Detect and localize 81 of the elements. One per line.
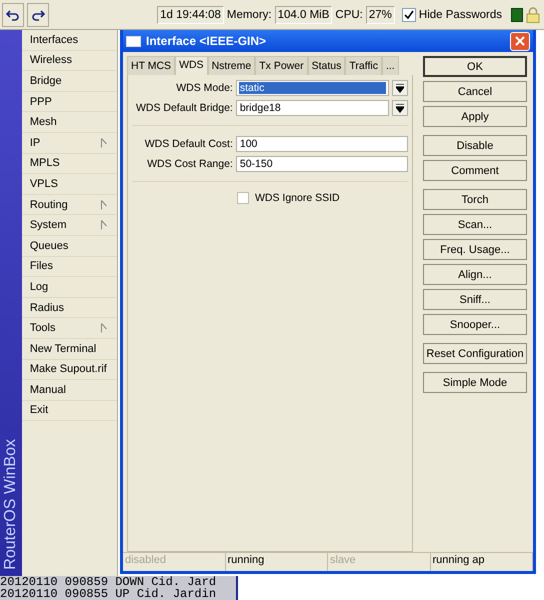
redo-button[interactable] xyxy=(27,2,49,26)
uptime-value: 1d 19:44:08 xyxy=(157,6,224,24)
menu-item[interactable]: Exit xyxy=(22,400,117,422)
menu-item[interactable]: Queues xyxy=(22,236,117,257)
menu-item[interactable]: Manual xyxy=(22,380,117,401)
undo-button[interactable] xyxy=(2,2,24,26)
dropdown-button[interactable] xyxy=(392,80,408,96)
submenu-arrow-icon xyxy=(101,200,107,210)
field-label: WDS Default Bridge: xyxy=(134,102,233,114)
ignore-ssid-checkbox[interactable] xyxy=(237,192,249,204)
menu-item[interactable]: Radius xyxy=(22,298,117,318)
action-button[interactable]: Sniff... xyxy=(423,289,527,310)
tab[interactable]: HT MCS xyxy=(127,56,176,75)
input-field[interactable]: 100 xyxy=(236,136,408,152)
submenu-arrow-icon xyxy=(101,220,107,230)
menu-item[interactable]: New Terminal xyxy=(22,338,117,360)
undo-icon xyxy=(6,8,20,20)
tab[interactable]: Status xyxy=(308,56,346,75)
lock-icon xyxy=(526,6,540,22)
dropdown-button[interactable] xyxy=(392,100,408,116)
input-field[interactable]: 50-150 xyxy=(236,156,408,172)
menu-item[interactable]: PPP xyxy=(22,92,117,112)
status-cell: slave xyxy=(328,553,430,571)
hide-passwords-checkbox[interactable] xyxy=(402,8,416,22)
dropdown-field[interactable]: bridge18 xyxy=(236,100,390,116)
menu-item[interactable]: Routing xyxy=(22,194,117,216)
action-button[interactable]: Scan... xyxy=(423,214,527,235)
menu-item[interactable]: Interfaces xyxy=(22,30,117,51)
field-label: WDS Cost Range: xyxy=(146,158,233,170)
cpu-value: 27% xyxy=(366,6,395,24)
status-square-icon xyxy=(511,8,523,22)
field-label: WDS Default Cost: xyxy=(144,138,233,150)
tab[interactable]: WDS xyxy=(175,56,208,75)
log-line: 20120110 090855 UP Cid. Jardin xyxy=(0,588,218,600)
cpu-label: CPU: xyxy=(335,8,363,20)
dropdown-arrow-icon xyxy=(396,84,404,92)
brand-text: RouterOS WinBox xyxy=(2,439,20,570)
submenu-arrow-icon xyxy=(101,323,107,334)
action-button[interactable]: Snooper... xyxy=(423,314,527,335)
action-button[interactable]: Reset Configuration xyxy=(423,343,527,364)
action-button[interactable]: Apply xyxy=(423,106,527,127)
dropdown-field[interactable]: static xyxy=(236,80,390,96)
menu-item[interactable]: Log xyxy=(22,277,117,298)
menu-item[interactable]: VPLS xyxy=(22,174,117,195)
menu-item[interactable]: IP xyxy=(22,132,117,154)
tab[interactable]: ... xyxy=(382,56,399,75)
window-icon xyxy=(126,36,141,46)
action-button[interactable]: Comment xyxy=(423,160,527,181)
menu-item[interactable]: MPLS xyxy=(22,154,117,174)
menu-item[interactable]: Bridge xyxy=(22,71,117,92)
field-label: WDS Mode: xyxy=(175,82,233,94)
tab[interactable]: Traffic xyxy=(345,56,382,75)
memory-value: 104.0 MiB xyxy=(274,6,332,24)
window-title: Interface <IEEE-GIN> xyxy=(146,34,268,48)
log-line: 20120110 090859 DOWN Cid. Jard xyxy=(0,576,218,588)
hide-passwords-label: Hide Passwords xyxy=(418,8,502,20)
action-button[interactable]: Freq. Usage... xyxy=(423,239,527,260)
action-button[interactable]: Align... xyxy=(423,264,527,285)
tab[interactable]: Nstreme xyxy=(208,56,256,75)
menu-item[interactable]: System xyxy=(22,215,117,236)
menu-item[interactable]: Tools xyxy=(22,318,117,339)
redo-icon xyxy=(31,8,45,20)
close-button[interactable] xyxy=(510,32,530,50)
memory-label: Memory: xyxy=(226,8,272,20)
menu-item[interactable]: Make Supout.rif xyxy=(22,360,117,380)
close-icon xyxy=(515,36,525,46)
submenu-arrow-icon xyxy=(101,138,107,148)
tab[interactable]: Tx Power xyxy=(255,56,308,75)
action-button[interactable]: Torch xyxy=(423,189,527,210)
menu-item[interactable]: Mesh xyxy=(22,112,117,133)
ignore-ssid-label: WDS Ignore SSID xyxy=(255,192,340,204)
status-cell: running xyxy=(226,553,328,571)
status-cell: running ap xyxy=(430,553,533,571)
status-cell: disabled xyxy=(123,553,226,571)
menu-item[interactable]: Wireless xyxy=(22,50,117,72)
dropdown-arrow-icon xyxy=(396,104,404,112)
action-button[interactable]: Cancel xyxy=(423,81,527,102)
action-button[interactable]: Disable xyxy=(423,135,527,156)
action-button[interactable]: Simple Mode xyxy=(423,372,527,393)
menu-item[interactable]: Files xyxy=(22,256,117,278)
action-button[interactable]: OK xyxy=(423,56,527,77)
